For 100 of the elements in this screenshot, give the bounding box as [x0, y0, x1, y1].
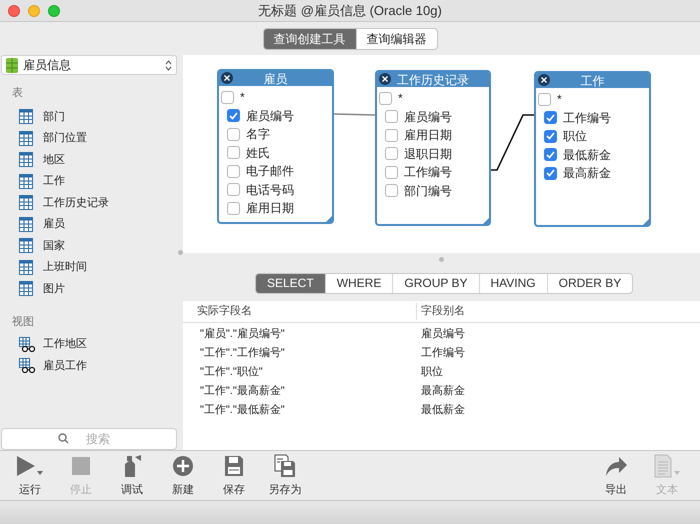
table-cell-text: "工作"."职位"	[199, 365, 264, 380]
checkbox[interactable]	[544, 111, 557, 124]
column-header[interactable]: 实际字段名	[183, 303, 416, 320]
resize-handle[interactable]	[483, 218, 489, 224]
sidebar-item[interactable]: 国家	[12, 235, 178, 256]
view-icon	[19, 358, 37, 374]
sidebar-item[interactable]: 部门	[12, 106, 178, 128]
search-field[interactable]: 搜索	[1, 428, 177, 450]
field-label: 部门编号	[404, 182, 452, 200]
search-icon	[58, 433, 69, 444]
sidebar-item[interactable]: 地区	[12, 149, 178, 170]
close-icon[interactable]	[379, 73, 391, 85]
toolbar-button[interactable]: 运行	[5, 452, 55, 498]
toolbar-button[interactable]: 另存为	[260, 452, 310, 498]
table-card[interactable]: 雇员 * 雇员编号 名字 姓氏 电子邮件 电话号码 雇用日期	[217, 69, 334, 224]
close-icon[interactable]	[221, 72, 233, 84]
table-icon	[19, 174, 33, 189]
table-icon	[19, 109, 33, 124]
table-icon	[19, 195, 33, 210]
checkbox[interactable]	[538, 92, 551, 106]
sidebar-item[interactable]: 部门位置	[12, 128, 178, 149]
sidebar-item[interactable]: 工作历史记录	[12, 192, 178, 214]
field-label: 最高薪金	[563, 165, 611, 182]
clause-tab[interactable]: HAVING	[478, 274, 547, 292]
checkbox[interactable]	[227, 109, 240, 122]
checkbox[interactable]	[385, 166, 398, 179]
close-icon[interactable]	[538, 74, 550, 86]
toolbar-button[interactable]: 导出	[591, 452, 641, 498]
field-label: 最低薪金	[563, 146, 611, 164]
mode-tab[interactable]: 查询创建工具	[264, 28, 356, 48]
sidebar-item[interactable]: 上班时间	[12, 256, 178, 278]
table-title: 工作	[580, 73, 604, 90]
resize-handle[interactable]	[326, 216, 332, 222]
database-icon	[6, 58, 18, 72]
field-label: 电子邮件	[246, 163, 294, 180]
table-cell-text: 工作编号	[420, 346, 466, 362]
table-icon	[19, 216, 33, 232]
sidebar-item[interactable]: 工作地区	[12, 334, 178, 355]
table-card[interactable]: 工作历史记录 * 雇员编号 雇用日期 退职日期 工作编号 部门编号	[375, 70, 491, 226]
field-label: *	[557, 91, 562, 108]
checkbox[interactable]	[227, 164, 240, 178]
table-cell-text: "工作"."工作编号"	[199, 346, 286, 362]
field-label: 姓氏	[246, 144, 270, 162]
toolbar-button[interactable]: 保存	[209, 452, 259, 498]
field-label: 退职日期	[404, 146, 452, 163]
checkbox[interactable]	[544, 148, 557, 162]
checkbox[interactable]	[227, 183, 240, 196]
field-label: 雇用日期	[404, 127, 452, 144]
table-card[interactable]: 工作 * 工作编号 职位 最低薪金 最高薪金	[534, 71, 651, 227]
section-header: 视图	[12, 315, 35, 330]
table-cell-text: "雇员"."雇员编号"	[199, 326, 286, 342]
checkbox[interactable]	[385, 110, 398, 124]
checkbox[interactable]	[227, 146, 240, 160]
field-label: *	[240, 89, 245, 106]
clause-tab[interactable]: SELECT	[256, 274, 325, 292]
checkbox[interactable]	[227, 202, 240, 215]
zoom-button[interactable]	[48, 5, 60, 17]
table-cell-text: "工作"."最高薪金"	[199, 384, 286, 400]
field-label: 职位	[563, 128, 587, 146]
sidebar-item[interactable]: 图片	[12, 278, 178, 300]
field-label: 雇用日期	[246, 200, 294, 218]
database-dropdown[interactable]: 雇员信息	[1, 55, 177, 75]
checkbox[interactable]	[221, 90, 234, 104]
table-cell-text: 最低薪金	[420, 402, 466, 418]
table-cell-text: 职位	[420, 365, 444, 380]
toolbar-button[interactable]: 调试	[107, 452, 157, 498]
resize-handle[interactable]	[643, 219, 649, 225]
table-cell-text: 雇员编号	[420, 326, 466, 342]
table-cell-text: 最高薪金	[420, 384, 466, 400]
checkbox[interactable]	[544, 166, 557, 180]
table-icon	[19, 260, 33, 275]
field-label: 电话号码	[246, 182, 294, 199]
table-title: 雇员	[264, 71, 288, 88]
field-label: 工作编号	[404, 164, 452, 182]
clause-tab[interactable]: ORDER BY	[546, 274, 632, 292]
sidebar-item[interactable]: 工作	[12, 170, 178, 192]
column-header[interactable]: 字段别名	[416, 303, 700, 320]
checkbox[interactable]	[385, 128, 398, 142]
clause-tab[interactable]: GROUP BY	[392, 274, 478, 292]
join-line	[491, 114, 534, 171]
sidebar-item[interactable]: 雇员工作	[12, 355, 178, 376]
clause-tab[interactable]: WHERE	[324, 274, 392, 292]
table-icon	[19, 130, 33, 146]
window-title: 无标题 @雇员信息 (Oracle 10g)	[258, 2, 442, 20]
table-icon	[19, 152, 33, 168]
splitter-handle[interactable]	[178, 250, 183, 255]
checkbox[interactable]	[227, 128, 240, 141]
toolbar-button[interactable]: 新建	[158, 452, 208, 498]
mode-tab[interactable]: 查询编辑器	[356, 28, 436, 48]
field-label: 工作编号	[563, 110, 611, 127]
sidebar-item[interactable]: 雇员	[12, 214, 178, 235]
table-icon	[19, 238, 33, 254]
checkbox[interactable]	[379, 92, 392, 105]
floppy-disks-icon	[274, 452, 296, 479]
minimize-button[interactable]	[28, 5, 40, 17]
close-button[interactable]	[8, 5, 20, 17]
checkbox[interactable]	[544, 130, 557, 143]
checkbox[interactable]	[385, 184, 398, 198]
checkbox[interactable]	[385, 147, 398, 160]
splitter-handle[interactable]	[439, 256, 444, 262]
